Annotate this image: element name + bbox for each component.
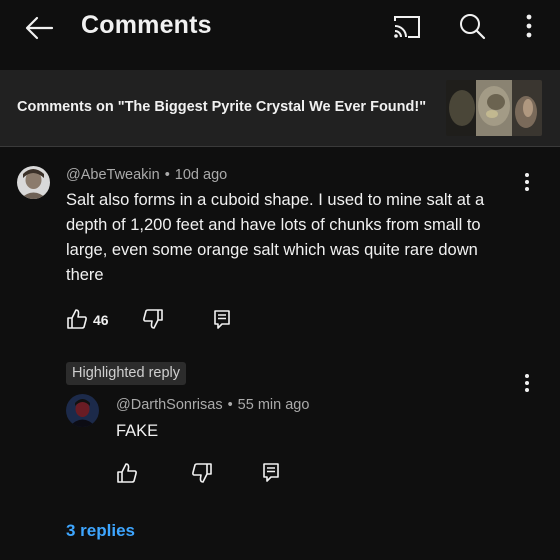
reply-icon [214, 310, 230, 329]
thumb-up-icon [117, 463, 137, 483]
reply-icon [263, 463, 279, 482]
thumb-down-icon [143, 309, 163, 329]
video-context-bar[interactable]: Comments on "The Biggest Pyrite Crystal … [0, 70, 560, 146]
reply-author[interactable]: @DarthSonrisas [116, 397, 223, 413]
app-bar: Comments [0, 0, 560, 70]
highlighted-reply-badge: Highlighted reply [66, 362, 187, 385]
comment-time: 10d ago [174, 167, 228, 183]
like-count: 46 [93, 312, 109, 328]
thumbnail-image [446, 80, 542, 136]
avatar[interactable] [17, 166, 50, 199]
cast-button[interactable] [392, 14, 422, 40]
reply-meta: @DarthSonrisas • 55 min ago [116, 397, 309, 413]
reply-time: 55 min ago [237, 397, 310, 413]
reply-reply-button[interactable] [261, 462, 281, 489]
like-button[interactable] [66, 308, 88, 335]
meta-separator: • [164, 167, 170, 183]
more-vert-icon [526, 14, 532, 38]
comment-author[interactable]: @AbeTweakin [66, 167, 160, 183]
avatar-image [66, 394, 99, 427]
meta-separator: • [227, 397, 233, 413]
page-title: Comments [81, 11, 212, 39]
reply-dislike-button[interactable] [191, 462, 213, 489]
thumb-down-icon [192, 463, 212, 483]
view-replies-link[interactable]: 3 replies [66, 521, 135, 541]
avatar[interactable] [66, 394, 99, 427]
back-arrow-icon [25, 16, 54, 40]
reply-menu-button[interactable] [519, 371, 535, 397]
more-vert-icon [525, 173, 529, 191]
back-button[interactable] [22, 13, 56, 43]
avatar-image [17, 166, 50, 199]
reply-text: FAKE [116, 422, 159, 440]
thumb-up-icon [67, 309, 87, 329]
comment-menu-button[interactable] [519, 170, 535, 196]
more-options-button[interactable] [519, 12, 539, 42]
search-button[interactable] [457, 12, 487, 42]
dislike-button[interactable] [142, 308, 164, 335]
reply-button[interactable] [212, 309, 232, 336]
reply-like-button[interactable] [116, 462, 138, 489]
video-thumbnail[interactable] [446, 80, 542, 136]
video-title: Comments on "The Biggest Pyrite Crystal … [17, 99, 427, 115]
search-icon [460, 14, 486, 40]
more-vert-icon [525, 374, 529, 392]
comment-text: Salt also forms in a cuboid shape. I use… [66, 191, 485, 284]
comment-meta: @AbeTweakin • 10d ago [66, 167, 227, 183]
divider [0, 146, 560, 147]
cast-icon [394, 16, 420, 38]
